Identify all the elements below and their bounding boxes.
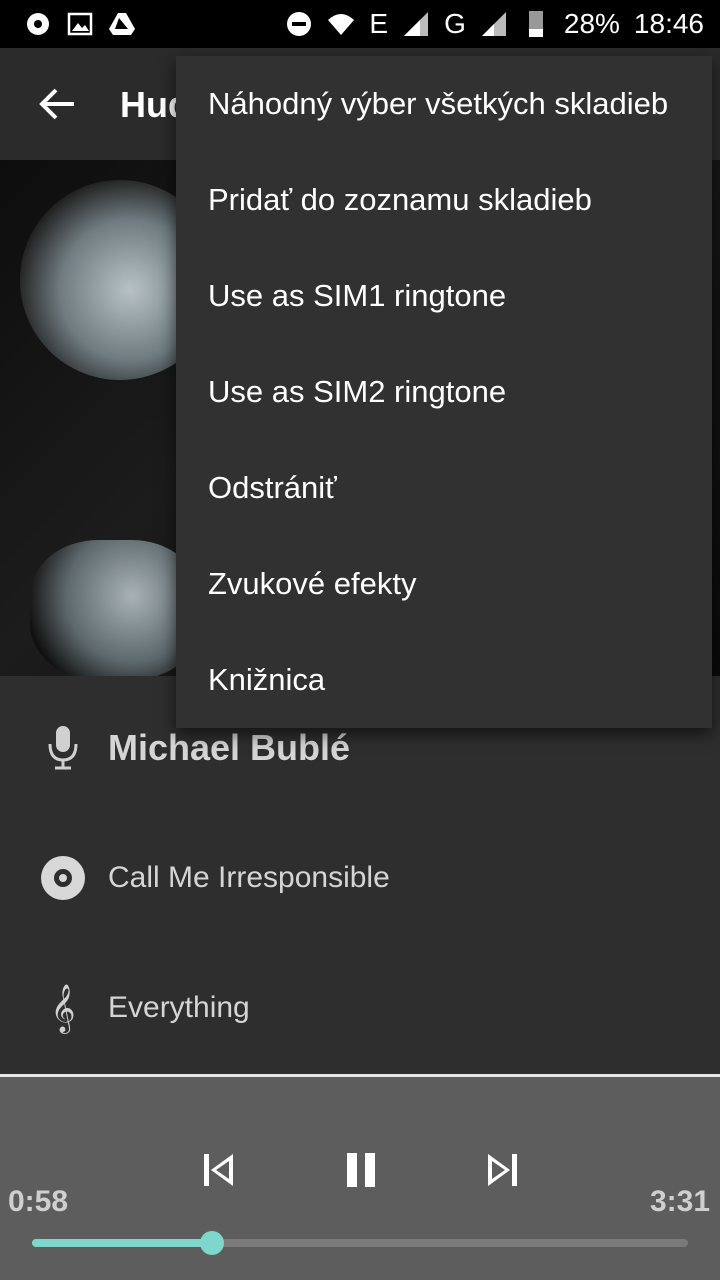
- menu-item-sim1-ringtone[interactable]: Use as SIM1 ringtone: [176, 248, 712, 344]
- seek-bar[interactable]: [32, 1231, 688, 1255]
- do-not-disturb-icon: [287, 12, 312, 36]
- status-right: E G 28% 18:46: [285, 8, 704, 40]
- menu-item-delete[interactable]: Odstrániť: [176, 440, 712, 536]
- pause-icon: [347, 1153, 375, 1187]
- album-name: Call Me Irresponsible: [108, 861, 390, 894]
- track-info: Michael Bublé Call Me Irresponsible 𝄞 Ev…: [0, 676, 720, 1074]
- menu-item-add-to-playlist[interactable]: Pridať do zoznamu skladieb: [176, 152, 712, 248]
- player-controls: 0:58 3:31: [0, 1077, 720, 1280]
- battery-level: 28%: [563, 8, 620, 39]
- song-title: Everything: [108, 991, 250, 1024]
- pause-button[interactable]: [336, 1145, 386, 1195]
- drive-icon: [109, 13, 135, 35]
- menu-item-shuffle-all[interactable]: Náhodný výber všetkých skladieb: [176, 56, 712, 152]
- song-row: 𝄞 Everything: [0, 968, 720, 1048]
- menu-item-sim2-ringtone[interactable]: Use as SIM2 ringtone: [176, 344, 712, 440]
- overflow-menu: Náhodný výber všetkých skladieb Pridať d…: [176, 56, 712, 728]
- clock: 18:46: [633, 8, 704, 39]
- network-type-2: G: [444, 8, 466, 39]
- skip-next-icon: [488, 1154, 517, 1186]
- network-type-1: E: [369, 8, 389, 39]
- previous-button[interactable]: [194, 1145, 244, 1195]
- treble-clef-icon: 𝄞: [50, 983, 76, 1032]
- elapsed-time: 0:58: [8, 1185, 69, 1218]
- back-arrow-icon[interactable]: [36, 82, 80, 126]
- seek-bar-progress: [32, 1239, 213, 1247]
- menu-item-sound-effects[interactable]: Zvukové efekty: [176, 536, 712, 632]
- album-disc-icon: [40, 855, 86, 901]
- status-bar: E G 28% 18:46: [0, 0, 720, 48]
- artist-name: Michael Bublé: [108, 727, 351, 768]
- signal-icon-2: [481, 12, 506, 36]
- total-duration: 3:31: [649, 1185, 710, 1218]
- wifi-icon: [328, 14, 355, 35]
- image-icon: [67, 12, 93, 36]
- menu-item-library[interactable]: Knižnica: [176, 632, 712, 728]
- album-row: Call Me Irresponsible: [0, 838, 720, 918]
- status-left: [24, 10, 136, 38]
- seek-bar-thumb[interactable]: [200, 1231, 225, 1255]
- music-disc-icon: [27, 13, 49, 35]
- next-button[interactable]: [477, 1145, 527, 1195]
- microphone-icon: [40, 725, 86, 771]
- signal-icon-1: [404, 12, 429, 36]
- artist-photo-hand: [30, 540, 200, 676]
- battery-icon: [528, 11, 543, 37]
- skip-previous-icon: [204, 1154, 233, 1186]
